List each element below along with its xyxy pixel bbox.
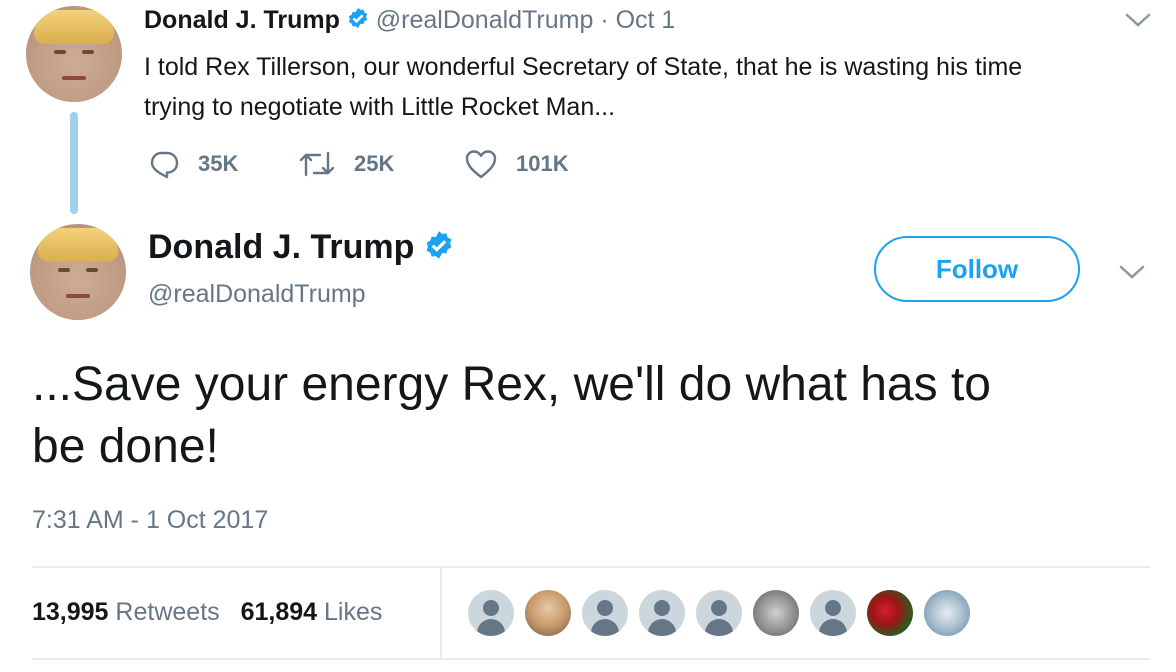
likes-label: Likes xyxy=(324,598,383,626)
reply-button[interactable]: 35K xyxy=(148,148,298,180)
retweet-button[interactable]: 25K xyxy=(298,149,464,179)
thread-connector-line xyxy=(70,112,78,214)
prev-tweet-header: Donald J. Trump @realDonaldTrump · Oct 1 xyxy=(144,6,675,36)
like-count: 101K xyxy=(516,151,569,176)
stats-divider xyxy=(440,568,442,658)
retweets-label: Retweets xyxy=(115,598,220,626)
liker-avatar[interactable] xyxy=(639,590,685,636)
main-tweet-text-line: ...Save your energy Rex, we'll do what h… xyxy=(32,358,991,411)
liker-avatar[interactable] xyxy=(753,590,799,636)
liker-avatar[interactable] xyxy=(924,590,970,636)
verified-badge-icon xyxy=(347,7,369,36)
retweets-stat[interactable]: 13,995 Retweets xyxy=(32,598,227,626)
liker-avatar[interactable] xyxy=(867,590,913,636)
prev-tweet-text: I told Rex Tillerson, our wonderful Secr… xyxy=(144,47,1022,127)
prev-tweet-author-name[interactable]: Donald J. Trump xyxy=(144,6,340,34)
liker-avatar[interactable] xyxy=(525,590,571,636)
main-tweet-text-line: be done! xyxy=(32,420,219,473)
liker-avatar[interactable] xyxy=(696,590,742,636)
prev-tweet-actions: 35K 25K 101K xyxy=(148,148,569,180)
prev-tweet-text-line: trying to negotiate with Little Rocket M… xyxy=(144,93,616,121)
follow-button[interactable]: Follow xyxy=(874,236,1080,302)
prev-tweet-date[interactable]: Oct 1 xyxy=(616,6,676,34)
divider xyxy=(32,658,1150,660)
main-tweet-author: Donald J. Trump xyxy=(148,228,454,269)
retweet-icon xyxy=(299,151,335,177)
like-icon xyxy=(465,150,497,179)
main-tweet-handle[interactable]: @realDonaldTrump xyxy=(148,280,366,309)
likes-count: 61,894 xyxy=(240,598,318,626)
prev-tweet-avatar[interactable] xyxy=(26,6,122,102)
reply-icon xyxy=(150,151,179,179)
liker-avatar[interactable] xyxy=(582,590,628,636)
chevron-down-icon[interactable] xyxy=(1124,10,1152,35)
likes-stat[interactable]: 61,894 Likes xyxy=(241,598,383,626)
main-tweet-avatar[interactable] xyxy=(30,224,126,320)
prev-tweet-handle[interactable]: @realDonaldTrump xyxy=(376,6,594,34)
chevron-down-icon[interactable] xyxy=(1118,262,1146,287)
retweets-count: 13,995 xyxy=(32,598,109,626)
engagement-stats: 13,995 Retweets 61,894 Likes xyxy=(32,598,382,627)
reply-count: 35K xyxy=(198,151,239,176)
main-tweet-text: ...Save your energy Rex, we'll do what h… xyxy=(32,354,991,478)
prev-tweet-text-line: I told Rex Tillerson, our wonderful Secr… xyxy=(144,53,1023,81)
liker-avatar[interactable] xyxy=(810,590,856,636)
liker-avatar[interactable] xyxy=(468,590,514,636)
verified-badge-icon xyxy=(424,230,454,269)
main-tweet-author-name[interactable]: Donald J. Trump xyxy=(148,228,414,266)
likers-avatar-list xyxy=(468,590,981,636)
like-button[interactable]: 101K xyxy=(464,148,569,180)
main-tweet-timestamp[interactable]: 7:31 AM - 1 Oct 2017 xyxy=(32,506,268,535)
divider xyxy=(32,566,1150,568)
retweet-count: 25K xyxy=(354,151,395,176)
prev-tweet-separator: · xyxy=(600,6,609,34)
